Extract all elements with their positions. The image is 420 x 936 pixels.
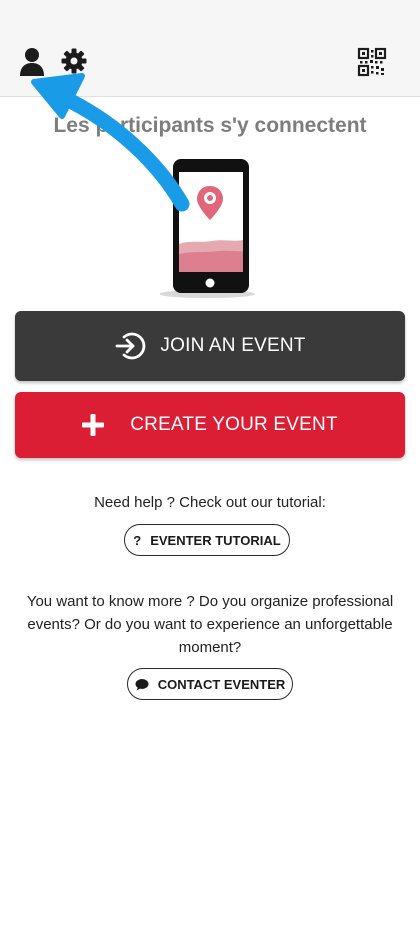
chat-bubble-icon [135,678,149,691]
question-mark-icon: ? [133,532,142,548]
help-text: Need help ? Check out our tutorial: [94,494,326,511]
plus-icon [82,414,105,436]
profile-button[interactable] [18,46,46,78]
person-icon [20,48,44,76]
qr-scan-button[interactable] [356,46,388,78]
app-screen: Les participants s'y connectent JOIN AN … [0,0,420,936]
onboarding-subtitle: Les participants s'y connectent [53,114,367,137]
settings-button[interactable] [60,46,88,76]
join-event-button[interactable]: JOIN AN EVENT [15,311,405,381]
tutorial-label: EVENTER TUTORIAL [150,532,281,548]
qr-code-icon [357,47,387,77]
create-event-button[interactable]: CREATE YOUR EVENT [15,392,405,458]
top-bar [0,0,420,97]
sign-in-icon [114,330,146,362]
phone-illustration [160,159,255,298]
tutorial-button[interactable]: ? EVENTER TUTORIAL [124,524,290,556]
join-event-label: JOIN AN EVENT [160,335,306,356]
contact-button[interactable]: CONTACT EVENTER [127,668,293,700]
more-info-text: You want to know more ? Do you organize … [26,593,394,656]
create-event-label: CREATE YOUR EVENT [130,414,338,435]
gear-icon [61,48,87,74]
contact-label: CONTACT EVENTER [157,676,286,692]
